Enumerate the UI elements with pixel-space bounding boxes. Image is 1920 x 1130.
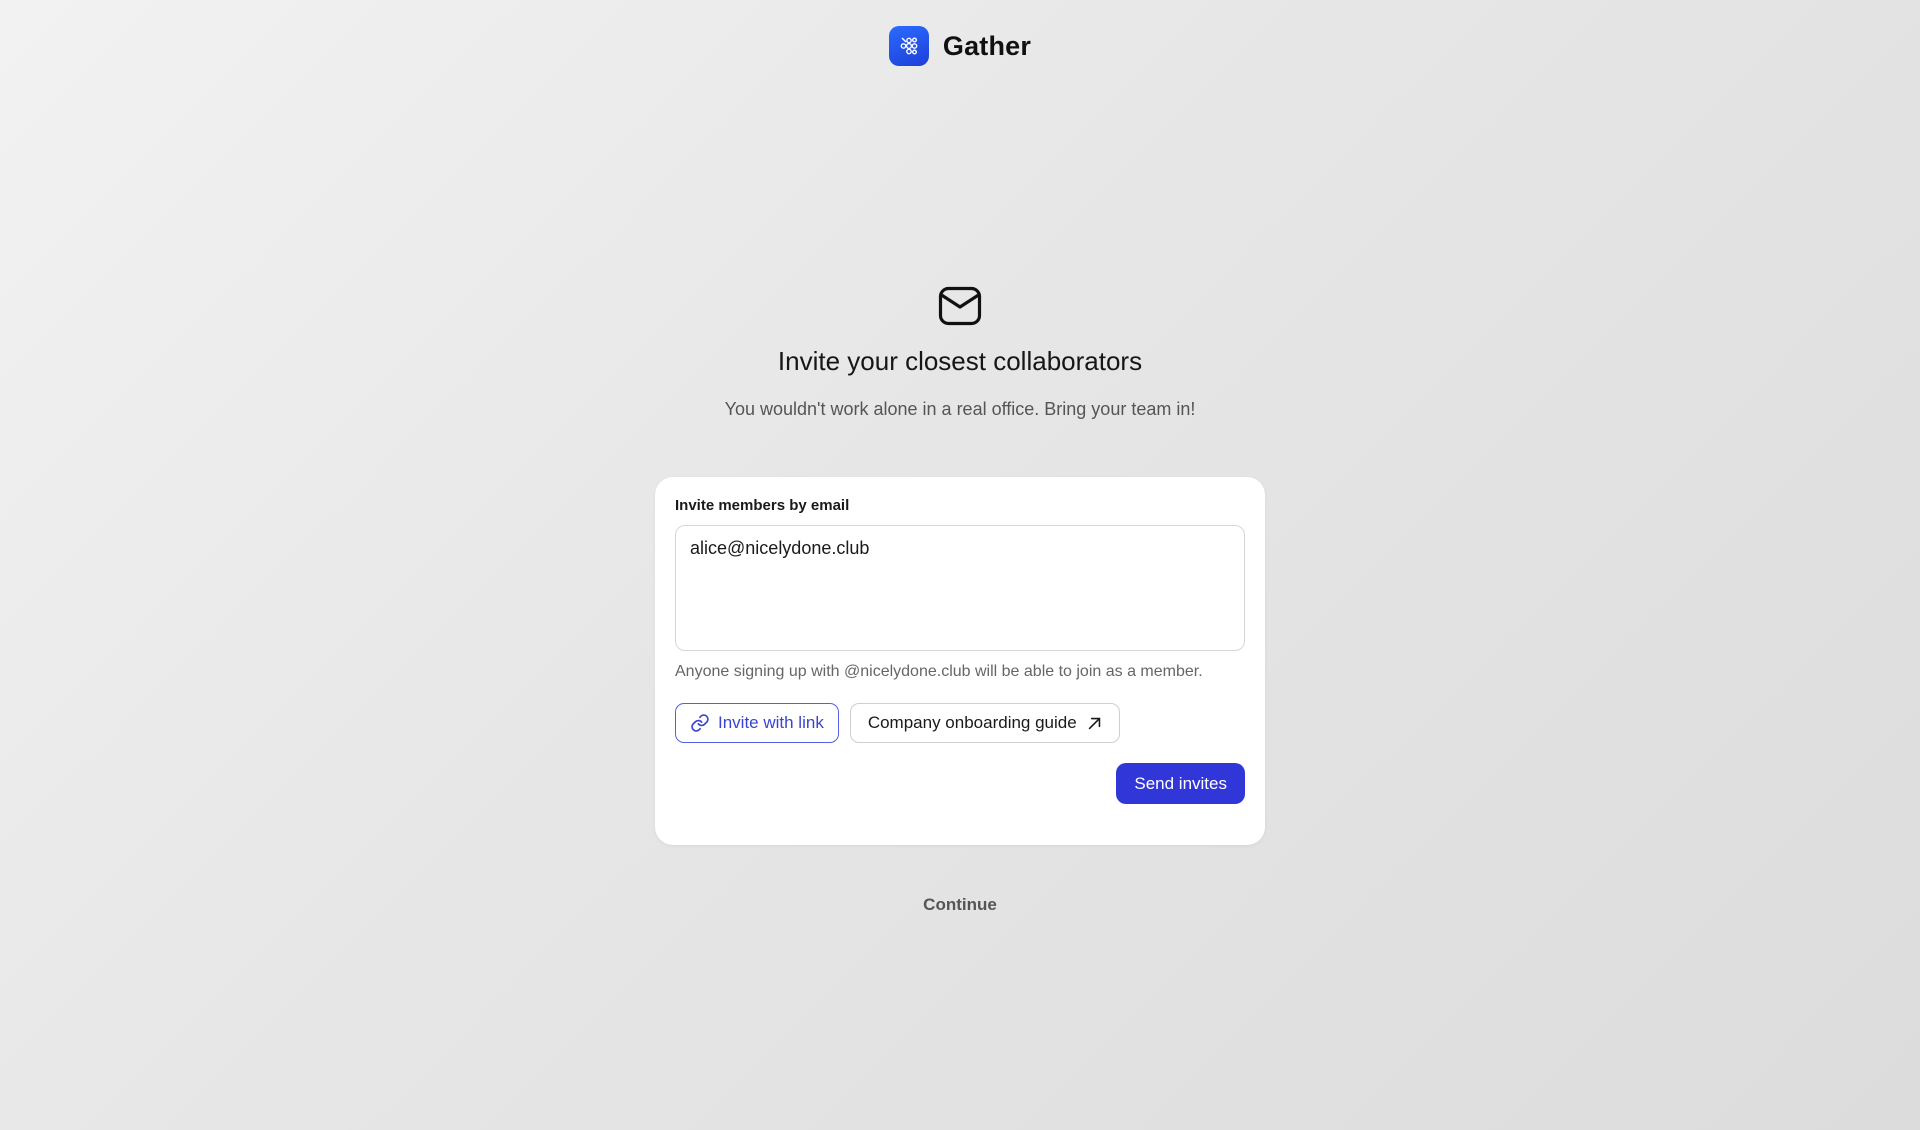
domain-helper-text: Anyone signing up with @nicelydone.club … <box>675 663 1203 680</box>
invite-with-link-button[interactable]: Invite with link <box>675 703 839 743</box>
mail-icon <box>938 286 982 326</box>
arrow-up-right-icon <box>1088 717 1100 729</box>
app-name: Gather <box>942 30 1032 61</box>
invite-options-row: Invite with link Company onboarding guid… <box>675 703 1245 743</box>
page-subtitle: You wouldn't work alone in a real office… <box>724 399 1196 419</box>
brand-header: Gather <box>0 26 1920 66</box>
gather-logo-icon <box>888 26 929 66</box>
page-title: Invite your closest collaborators <box>777 346 1143 376</box>
invite-email-label: Invite members by email <box>675 497 850 514</box>
onboarding-guide-label: Company onboarding guide <box>867 713 1077 732</box>
hero-section: Invite your closest collaborators You wo… <box>0 286 1920 420</box>
invite-card: Invite members by email Anyone signing u… <box>655 477 1265 845</box>
invite-with-link-label: Invite with link <box>718 713 824 732</box>
invite-email-input[interactable] <box>675 525 1245 651</box>
send-invites-button[interactable]: Send invites <box>1116 763 1245 804</box>
link-icon <box>691 714 709 732</box>
continue-link[interactable]: Continue <box>0 895 1920 915</box>
onboarding-guide-button[interactable]: Company onboarding guide <box>849 703 1120 743</box>
send-row: Send invites <box>675 763 1245 804</box>
